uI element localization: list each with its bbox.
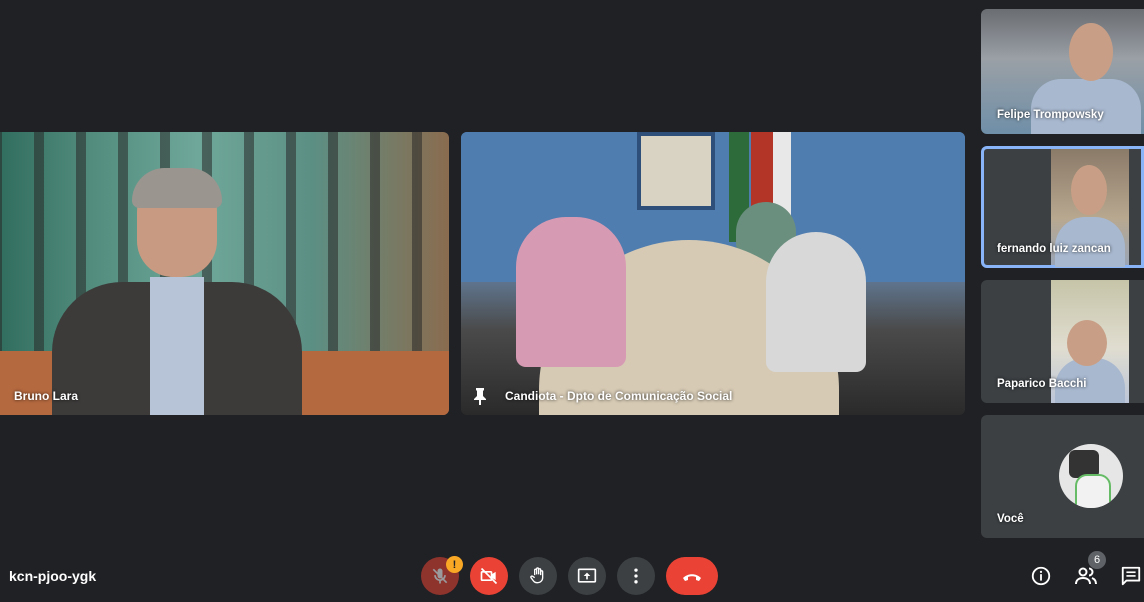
more-options-button[interactable] xyxy=(617,557,655,595)
info-icon xyxy=(1031,566,1051,586)
present-screen-icon xyxy=(577,568,597,583)
more-vert-icon xyxy=(634,568,638,584)
participant-tile-paparico-bacchi[interactable]: Paparico Bacchi xyxy=(981,280,1144,403)
participant-tile-candiota[interactable]: Candiota - Dpto de Comunicação Social xyxy=(461,132,965,415)
raise-hand-button[interactable] xyxy=(519,557,557,595)
participant-name: Candiota - Dpto de Comunicação Social xyxy=(505,389,733,403)
participant-count-badge: 6 xyxy=(1088,551,1106,569)
camera-toggle-button[interactable] xyxy=(470,557,508,595)
participant-video xyxy=(52,168,302,415)
participant-video xyxy=(1031,79,1141,134)
participant-name: Você xyxy=(997,513,1024,525)
person xyxy=(516,217,626,367)
participant-name: Bruno Lara xyxy=(14,389,79,403)
hang-up-icon xyxy=(683,574,701,581)
participant-tile-fernando-luiz-zancan[interactable]: fernando luiz zancan xyxy=(981,146,1144,268)
person xyxy=(766,232,866,372)
participant-name: Felipe Trompowsky xyxy=(997,109,1104,121)
participant-name: Paparico Bacchi xyxy=(997,378,1087,390)
avatar xyxy=(1059,444,1123,508)
participant-face xyxy=(1069,23,1113,81)
participant-tile-bruno-lara[interactable]: Bruno Lara xyxy=(0,132,449,415)
participant-tile-self[interactable]: Você xyxy=(981,415,1144,538)
present-screen-button[interactable] xyxy=(568,557,606,595)
meeting-code[interactable]: kcn-pjoo-ygk xyxy=(9,568,96,584)
participant-name: fernando luiz zancan xyxy=(997,243,1111,255)
participant-tile-felipe-trompowsky[interactable]: Felipe Trompowsky xyxy=(981,9,1144,134)
leave-call-button[interactable] xyxy=(666,557,718,595)
chat-button[interactable] xyxy=(1118,563,1144,589)
warning-badge: ! xyxy=(446,556,463,573)
raise-hand-icon xyxy=(530,567,544,584)
chat-icon xyxy=(1121,566,1141,586)
meeting-details-button[interactable] xyxy=(1028,563,1054,589)
camera-off-icon xyxy=(480,567,498,585)
background-window xyxy=(637,132,715,210)
pin-icon[interactable] xyxy=(473,387,487,405)
